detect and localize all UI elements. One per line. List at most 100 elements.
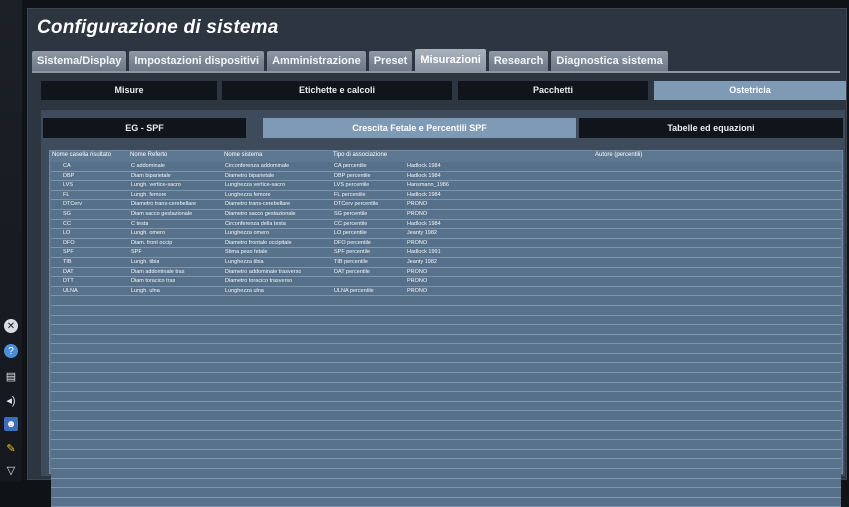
col-header: Nome casella risultato: [52, 152, 112, 158]
table-cell: Lungh. vertice-sacro: [131, 182, 181, 189]
empty-row: [51, 497, 841, 507]
table-cell: Lunghezza tibia: [225, 258, 264, 265]
table-row[interactable]: TIB Lungh. tibia Lunghezza tibia TIB percen…: [51, 257, 841, 268]
table-cell: Hadlock 1984: [407, 163, 441, 169]
table-cell: DAT: [63, 268, 74, 275]
close-icon[interactable]: ✕: [3, 318, 19, 334]
table-row[interactable]: CA C addominale Circonferenza addominale CA…: [51, 162, 841, 172]
table-row[interactable]: FL Lungh. femore Lunghezza femore FL percen…: [51, 190, 841, 201]
table-cell: Hadlock 1984: [407, 191, 441, 198]
table-cell: Diametro sacco gestazionale: [225, 210, 296, 217]
table-cell: C addominale: [131, 163, 165, 169]
tab-sistema-display[interactable]: Sistema/Display: [32, 51, 127, 71]
empty-row: [51, 363, 841, 374]
table-cell: PRONO: [407, 201, 428, 208]
top-tabs: Sistema/Display Impostazioni dispositivi…: [32, 49, 668, 71]
col-header: Nome Referto: [130, 152, 168, 158]
help-icon[interactable]: ?: [3, 343, 19, 359]
table-cell: Jeanty 1982: [407, 230, 437, 237]
printer-icon[interactable]: ▤: [3, 368, 19, 384]
chevron-down-icon[interactable]: ▽: [3, 462, 19, 478]
user-icon[interactable]: ☻: [3, 416, 19, 432]
tab-underline: [32, 71, 840, 73]
empty-row: [51, 315, 841, 326]
tab-preset[interactable]: Preset: [368, 51, 413, 71]
col-header: Tipo di associazione: [333, 152, 388, 158]
table-row[interactable]: DTT Diam toracico tras Diametro toracico t…: [51, 277, 841, 287]
table-row[interactable]: DFO Diam. front occip Diametro frontale oc…: [51, 238, 841, 249]
table-cell: Diam biparietale: [131, 172, 171, 179]
table-cell: TIB: [63, 258, 72, 265]
table-cell: Hadlock 1984: [407, 220, 441, 227]
table-cell: Circonferenza addominale: [225, 163, 290, 169]
table-cell: LO percentile: [334, 230, 367, 237]
empty-row: [51, 421, 841, 431]
subtab-misure[interactable]: Misure: [41, 81, 217, 100]
table-cell: LVS percentile: [334, 182, 370, 189]
table-cell: Lungh. omero: [131, 230, 165, 237]
pen-icon[interactable]: ✎: [3, 440, 19, 456]
tab-research[interactable]: Research: [488, 51, 549, 71]
table-cell: DTCerv percentile: [334, 201, 379, 208]
table-cell: Lunghezza omero: [225, 230, 270, 237]
table-cell: ULNA percentile: [334, 287, 374, 294]
table-cell: Lungh. femore: [131, 191, 167, 198]
table-cell: Circonferenza della testa: [225, 220, 286, 227]
tab-misurazioni[interactable]: Misurazioni: [415, 49, 486, 71]
tab-tabelle-equazioni[interactable]: Tabelle ed equazioni: [579, 118, 843, 138]
empty-row: [51, 459, 841, 469]
table-cell: Diametro trans-cerebellare: [131, 201, 197, 208]
table-cell: Hansmann_1986: [407, 182, 449, 189]
empty-row: [51, 382, 841, 393]
table-row[interactable]: LO Lungh. omero Lunghezza omero LO percenti…: [51, 229, 841, 239]
table-cell: DFO: [63, 239, 75, 246]
table-cell: PRONO: [407, 278, 428, 285]
table-cell: PRONO: [407, 287, 428, 294]
table-row[interactable]: DBP Diam biparietale Diametro biparietale D…: [51, 171, 841, 182]
empty-row: [51, 488, 841, 498]
table-row[interactable]: SG Diam sacco gestazionale Diametro sacco …: [51, 209, 841, 220]
table-row[interactable]: DAT Diam addominale tras Diametro addomina…: [51, 267, 841, 278]
table-cell: LO: [63, 230, 71, 237]
volume-icon[interactable]: ◂): [3, 392, 19, 408]
table-cell: DTCerv: [63, 201, 82, 208]
table-row[interactable]: SPF SPF Stima peso fetale SPF percentile Had…: [51, 248, 841, 258]
table-cell: FL percentile: [334, 191, 366, 198]
tab-crescita-fetale[interactable]: Crescita Fetale e Percentili SPF: [263, 118, 576, 138]
tab-impostazioni-dispositivi[interactable]: Impostazioni dispositivi: [129, 51, 265, 71]
table-cell: ULNA: [63, 287, 78, 294]
table-cell: FL: [63, 191, 70, 198]
empty-row: [51, 296, 841, 306]
empty-row: [51, 411, 841, 422]
table-cell: DAT percentile: [334, 268, 370, 275]
table-row[interactable]: LVS Lungh. vertice-sacro Lunghezza vertice…: [51, 181, 841, 191]
table-row[interactable]: ULNA Lungh. ulna Lunghezza ulna ULNA percen…: [51, 286, 841, 297]
empty-row: [51, 305, 841, 316]
table-cell: Lungh. ulna: [131, 287, 160, 294]
empty-row: [51, 469, 841, 479]
empty-row: [51, 353, 841, 364]
empty-row: [51, 449, 841, 460]
tab-eg-spf[interactable]: EG - SPF: [43, 118, 246, 138]
table-cell: DBP percentile: [334, 172, 371, 179]
subtab-pacchetti[interactable]: Pacchetti: [458, 81, 648, 100]
table-cell: Lunghezza femore: [225, 191, 271, 198]
table-row[interactable]: DTCerv Diametro trans-cerebellare Diametro…: [51, 200, 841, 210]
table-cell: DBP: [63, 172, 75, 179]
table-row[interactable]: CC C testa Circonferenza della testa CC per…: [51, 219, 841, 230]
subtab-etichette-calcoli[interactable]: Etichette e calcoli: [222, 81, 452, 100]
page-title: Configurazione di sistema: [37, 17, 279, 38]
tab-diagnostica-sistema[interactable]: Diagnostica sistema: [551, 51, 668, 71]
table-cell: SG percentile: [334, 210, 368, 217]
table-cell: Hadlock 1984: [407, 172, 441, 179]
tab-amministrazione[interactable]: Amministrazione: [267, 51, 366, 71]
table-cell: TIB percentile: [334, 258, 368, 265]
table-cell: Diam. front occip: [131, 239, 173, 246]
subtab-ostetricia[interactable]: Ostetricia: [654, 81, 846, 100]
table-cell: SPF percentile: [334, 249, 371, 256]
table-cell: DTT: [63, 278, 74, 285]
empty-row: [51, 392, 841, 402]
empty-row: [51, 344, 841, 354]
table-cell: CC: [63, 220, 71, 227]
table-cell: DFO percentile: [334, 239, 371, 246]
